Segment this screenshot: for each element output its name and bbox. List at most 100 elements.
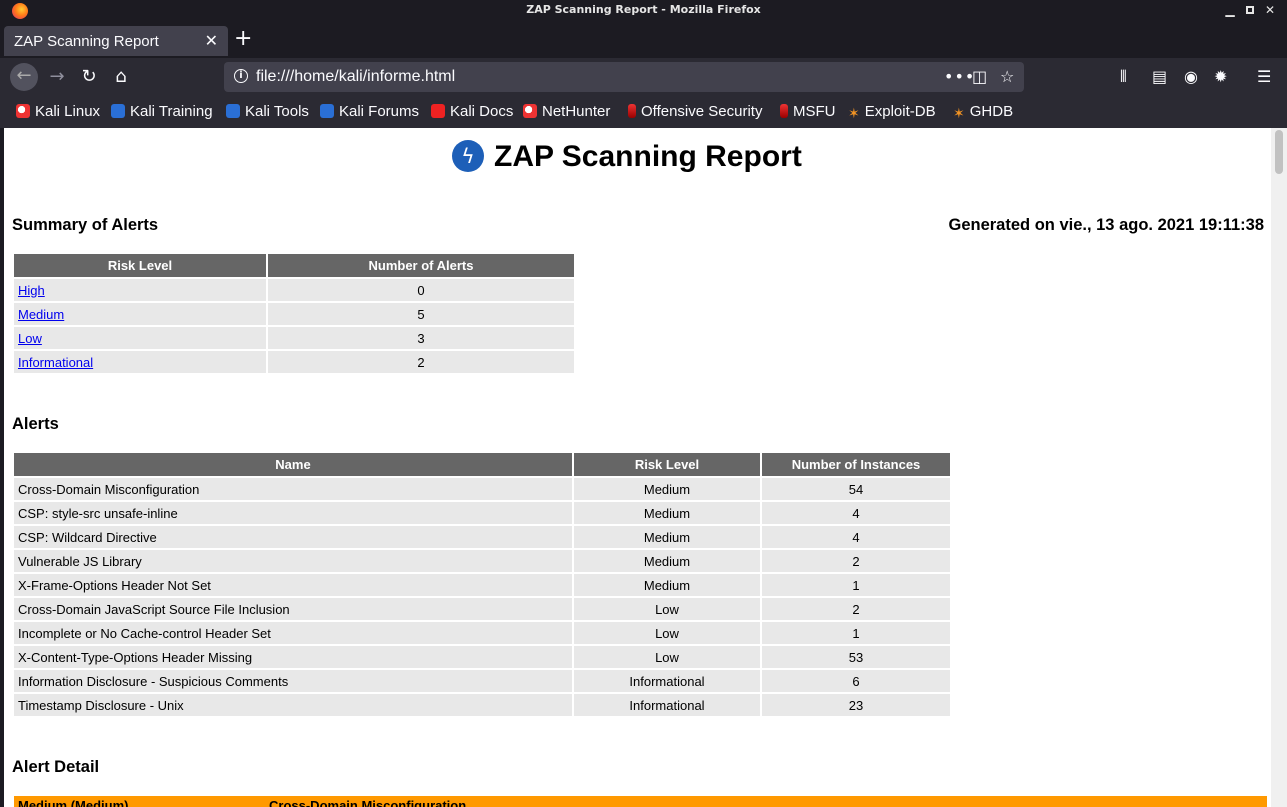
kali-forums-icon bbox=[320, 104, 334, 118]
address-bar[interactable]: i file:///home/kali/informe.html ••• ◫ ☆ bbox=[224, 62, 1024, 92]
pocket-icon[interactable]: ◫ bbox=[972, 67, 987, 86]
alert-name: X-Frame-Options Header Not Set bbox=[14, 574, 572, 596]
alert-instances: 1 bbox=[762, 622, 950, 644]
tab-close-icon[interactable]: ✕ bbox=[205, 31, 218, 50]
alerts-header-instances: Number of Instances bbox=[762, 453, 950, 476]
risk-link-medium[interactable]: Medium bbox=[18, 307, 64, 322]
summary-header-count: Number of Alerts bbox=[268, 254, 574, 277]
url-text[interactable]: file:///home/kali/informe.html bbox=[256, 68, 455, 86]
vertical-scrollbar[interactable] bbox=[1271, 128, 1287, 807]
table-row: Cross-Domain Misconfiguration Medium 54 bbox=[14, 478, 950, 500]
detail-risk-label: Medium (Medium) bbox=[18, 798, 129, 807]
forward-button[interactable]: → bbox=[43, 64, 71, 90]
table-row: Information Disclosure - Suspicious Comm… bbox=[14, 670, 950, 692]
bookmark-exploit-db[interactable]: ✶ Exploit-DB bbox=[848, 103, 936, 121]
tab-label: ZAP Scanning Report bbox=[14, 33, 159, 50]
alert-instances: 4 bbox=[762, 502, 950, 524]
risk-link-low[interactable]: Low bbox=[18, 331, 42, 346]
alert-risk: Medium bbox=[574, 526, 760, 548]
alert-name: CSP: Wildcard Directive bbox=[14, 526, 572, 548]
extension-icon[interactable]: ✹ bbox=[1214, 67, 1227, 86]
new-tab-button[interactable]: + bbox=[234, 27, 252, 51]
bookmark-kali-training[interactable]: Kali Training bbox=[111, 103, 213, 120]
alert-instances: 1 bbox=[762, 574, 950, 596]
bookmark-offensive-security[interactable]: Offensive Security bbox=[628, 103, 762, 120]
sidebar-icon[interactable]: ▤ bbox=[1152, 67, 1167, 86]
bookmark-nethunter[interactable]: NetHunter bbox=[523, 103, 610, 120]
count-cell: 0 bbox=[268, 279, 574, 301]
summary-heading: Summary of Alerts bbox=[12, 216, 159, 234]
table-row: CSP: Wildcard Directive Medium 4 bbox=[14, 526, 950, 548]
alerts-header-risk: Risk Level bbox=[574, 453, 760, 476]
bookmark-kali-docs[interactable]: Kali Docs bbox=[431, 103, 513, 120]
alert-instances: 53 bbox=[762, 646, 950, 668]
report-heading: ZAP Scanning Report bbox=[494, 140, 802, 173]
table-row: CSP: style-src unsafe-inline Medium 4 bbox=[14, 502, 950, 524]
alert-name: Incomplete or No Cache-control Header Se… bbox=[14, 622, 572, 644]
bookmark-kali-linux[interactable]: Kali Linux bbox=[16, 103, 100, 120]
kali-training-icon bbox=[111, 104, 125, 118]
bookmark-star-icon[interactable]: ☆ bbox=[1000, 67, 1014, 86]
alert-name: Timestamp Disclosure - Unix bbox=[14, 694, 572, 716]
risk-link-high[interactable]: High bbox=[18, 283, 45, 298]
table-row: X-Frame-Options Header Not Set Medium 1 bbox=[14, 574, 950, 596]
close-window-button[interactable]: ✕ bbox=[1262, 2, 1278, 18]
risk-cell: Medium bbox=[14, 303, 266, 325]
alert-name: CSP: style-src unsafe-inline bbox=[14, 502, 572, 524]
maximize-button[interactable] bbox=[1242, 2, 1258, 18]
back-button[interactable]: ← bbox=[10, 63, 38, 91]
alert-detail-heading: Alert Detail bbox=[12, 758, 100, 776]
bookmarks-toolbar: Kali Linux Kali Training Kali Tools Kali… bbox=[0, 96, 1287, 128]
alert-name: Vulnerable JS Library bbox=[14, 550, 572, 572]
summary-header-risk: Risk Level bbox=[14, 254, 266, 277]
alerts-heading: Alerts bbox=[12, 415, 59, 433]
bookmark-kali-tools[interactable]: Kali Tools bbox=[226, 103, 309, 120]
alert-risk: Informational bbox=[574, 670, 760, 692]
bookmark-kali-forums[interactable]: Kali Forums bbox=[320, 103, 419, 120]
minimize-button[interactable]: ▁ bbox=[1222, 2, 1238, 18]
alert-risk: Low bbox=[574, 646, 760, 668]
tab-zap-report[interactable]: ZAP Scanning Report ✕ bbox=[4, 26, 228, 56]
site-info-icon[interactable]: i bbox=[234, 69, 248, 83]
msfu-icon bbox=[780, 104, 788, 118]
bookmark-msfu[interactable]: MSFU bbox=[780, 103, 836, 120]
account-icon[interactable]: ◉ bbox=[1184, 67, 1198, 86]
ghdb-icon: ✶ bbox=[953, 105, 965, 121]
table-row: Cross-Domain JavaScript Source File Incl… bbox=[14, 598, 950, 620]
alert-risk: Medium bbox=[574, 478, 760, 500]
generated-date: Generated on vie., 13 ago. 2021 19:11:38 bbox=[948, 216, 1265, 234]
alert-instances: 2 bbox=[762, 598, 950, 620]
risk-link-informational[interactable]: Informational bbox=[18, 355, 93, 370]
kali-dragon-icon bbox=[16, 104, 30, 118]
page-content: ϟ ZAP Scanning Report Summary of Alerts … bbox=[4, 128, 1271, 807]
maximize-icon bbox=[1246, 6, 1254, 14]
table-row: Informational 2 bbox=[14, 351, 574, 373]
alert-detail-header-bar: Medium (Medium) Cross-Domain Misconfigur… bbox=[14, 796, 1267, 807]
risk-cell: Low bbox=[14, 327, 266, 349]
home-button[interactable]: ⌂ bbox=[107, 64, 135, 90]
alert-name: Cross-Domain JavaScript Source File Incl… bbox=[14, 598, 572, 620]
count-cell: 5 bbox=[268, 303, 574, 325]
alert-instances: 23 bbox=[762, 694, 950, 716]
scrollbar-thumb[interactable] bbox=[1275, 130, 1283, 174]
library-icon[interactable]: ⫴ bbox=[1120, 67, 1127, 87]
alert-instances: 6 bbox=[762, 670, 950, 692]
window-title: ZAP Scanning Report - Mozilla Firefox bbox=[526, 3, 761, 16]
count-cell: 3 bbox=[268, 327, 574, 349]
summary-table: Risk Level Number of Alerts High 0 Mediu… bbox=[12, 252, 576, 375]
table-row: Incomplete or No Cache-control Header Se… bbox=[14, 622, 950, 644]
alert-name: X-Content-Type-Options Header Missing bbox=[14, 646, 572, 668]
kali-tools-icon bbox=[226, 104, 240, 118]
risk-cell: High bbox=[14, 279, 266, 301]
window-title-bar: ZAP Scanning Report - Mozilla Firefox ▁ … bbox=[0, 0, 1287, 22]
bookmark-ghdb[interactable]: ✶ GHDB bbox=[953, 103, 1013, 121]
detail-alert-name: Cross-Domain Misconfiguration bbox=[269, 798, 467, 807]
zap-logo-icon: ϟ bbox=[452, 140, 484, 172]
page-actions-icon[interactable]: ••• bbox=[944, 67, 975, 86]
reload-button[interactable]: ↻ bbox=[75, 64, 103, 90]
tab-strip: ZAP Scanning Report ✕ + bbox=[0, 22, 1287, 58]
table-row: Vulnerable JS Library Medium 2 bbox=[14, 550, 950, 572]
hamburger-menu-icon[interactable]: ☰ bbox=[1257, 67, 1271, 86]
alert-risk: Informational bbox=[574, 694, 760, 716]
count-cell: 2 bbox=[268, 351, 574, 373]
